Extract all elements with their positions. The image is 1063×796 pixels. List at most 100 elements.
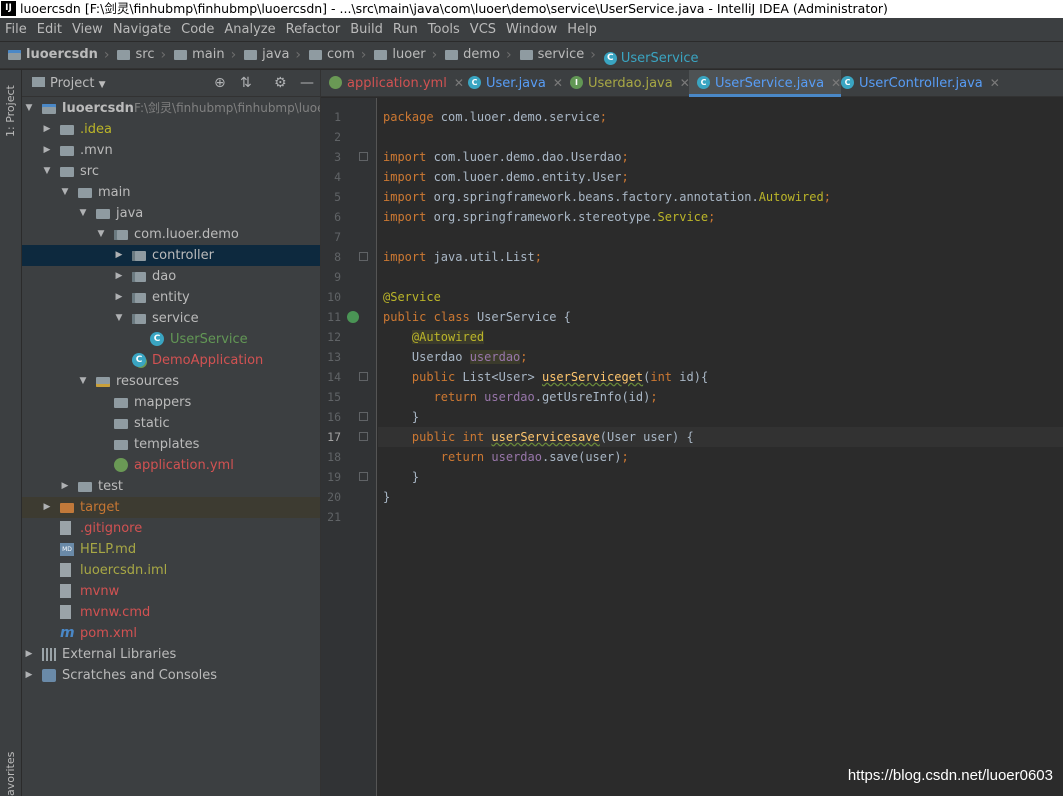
project-tool-tab[interactable]: 1: Project bbox=[0, 76, 22, 146]
tree-item-target[interactable]: ▶ target bbox=[22, 497, 320, 518]
code-line[interactable]: import org.springframework.beans.factory… bbox=[383, 187, 831, 207]
menu-vcs[interactable]: VCS bbox=[465, 18, 501, 41]
fold-marker-icon[interactable] bbox=[359, 252, 368, 261]
expanded-arrow-icon[interactable]: ▼ bbox=[114, 308, 124, 329]
tab-userdao-java[interactable]: I Userdao.java ✕ bbox=[562, 70, 690, 97]
tree-item-application-yml[interactable]: application.yml bbox=[22, 455, 320, 476]
menu-tools[interactable]: Tools bbox=[423, 18, 465, 41]
tree-item-resources[interactable]: ▼ resources bbox=[22, 371, 320, 392]
code-line[interactable]: public int userServicesave(User user) { bbox=[383, 427, 694, 447]
code-line[interactable]: import com.luoer.demo.dao.Userdao; bbox=[383, 147, 629, 167]
tree-item-mvnw-cmd[interactable]: mvnw.cmd bbox=[22, 602, 320, 623]
tree-item-pom-xml[interactable]: m pom.xml bbox=[22, 623, 320, 644]
tree-item-demoapplication[interactable]: C DemoApplication bbox=[22, 350, 320, 371]
code-line[interactable]: return userdao.save(user); bbox=[383, 447, 629, 467]
menu-help[interactable]: Help bbox=[562, 18, 602, 41]
collapsed-arrow-icon[interactable]: ▶ bbox=[60, 476, 70, 497]
fold-marker-icon[interactable] bbox=[359, 432, 368, 441]
project-view-selector[interactable]: Project ▼ bbox=[32, 70, 106, 99]
tab-usercontroller-java[interactable]: C UserController.java ✕ bbox=[833, 70, 1000, 97]
menu-code[interactable]: Code bbox=[176, 18, 219, 41]
collapsed-arrow-icon[interactable]: ▶ bbox=[24, 665, 34, 686]
tree-item-mvn[interactable]: ▶ .mvn bbox=[22, 140, 320, 161]
collapsed-arrow-icon[interactable]: ▶ bbox=[42, 119, 52, 140]
expanded-arrow-icon[interactable]: ▼ bbox=[96, 224, 106, 245]
breadcrumb-item-luoercsdn[interactable]: luoercsdn › bbox=[8, 42, 109, 68]
tree-item-controller[interactable]: ▶ controller bbox=[22, 245, 320, 266]
hide-panel-icon[interactable]: — bbox=[300, 70, 314, 97]
code-line[interactable]: return userdao.getUsreInfo(id); bbox=[383, 387, 658, 407]
expanded-arrow-icon[interactable]: ▼ bbox=[60, 182, 70, 203]
expanded-arrow-icon[interactable]: ▼ bbox=[42, 161, 52, 182]
code-line[interactable]: @Service bbox=[383, 287, 441, 307]
fold-marker-icon[interactable] bbox=[359, 472, 368, 481]
collapse-all-icon[interactable]: ⇅ bbox=[240, 70, 252, 97]
tab-application-yml[interactable]: application.yml ✕ bbox=[321, 70, 464, 97]
tree-item-templates[interactable]: templates bbox=[22, 434, 320, 455]
expanded-arrow-icon[interactable]: ▼ bbox=[78, 203, 88, 224]
breadcrumb-item-main[interactable]: main › bbox=[174, 42, 236, 68]
menu-analyze[interactable]: Analyze bbox=[219, 18, 280, 41]
breadcrumb-item-src[interactable]: src › bbox=[117, 42, 166, 68]
menu-edit[interactable]: Edit bbox=[32, 18, 67, 41]
spring-bean-gutter-icon[interactable] bbox=[347, 311, 359, 323]
tree-item-static[interactable]: static bbox=[22, 413, 320, 434]
code-line[interactable]: import com.luoer.demo.entity.User; bbox=[383, 167, 629, 187]
code-line[interactable]: Userdao userdao; bbox=[383, 347, 528, 367]
breadcrumb-item-luoer[interactable]: luoer › bbox=[374, 42, 437, 68]
tree-item-test[interactable]: ▶ test bbox=[22, 476, 320, 497]
expanded-arrow-icon[interactable]: ▼ bbox=[24, 98, 34, 119]
favorites-tool-tab[interactable]: avorites bbox=[0, 752, 22, 796]
tree-item-external-libraries[interactable]: ▶ External Libraries bbox=[22, 644, 320, 665]
breadcrumb-item-com[interactable]: com › bbox=[309, 42, 366, 68]
code-line[interactable]: } bbox=[383, 467, 419, 487]
tree-item-mvnw[interactable]: mvnw bbox=[22, 581, 320, 602]
code-line[interactable]: public class UserService { bbox=[383, 307, 571, 327]
fold-marker-icon[interactable] bbox=[359, 412, 368, 421]
collapsed-arrow-icon[interactable]: ▶ bbox=[114, 287, 124, 308]
code-line[interactable]: import org.springframework.stereotype.Se… bbox=[383, 207, 715, 227]
code-line[interactable]: import java.util.List; bbox=[383, 247, 542, 267]
menu-build[interactable]: Build bbox=[345, 18, 388, 41]
code-line[interactable]: @Autowired bbox=[383, 327, 485, 347]
tree-item-com-luoer-demo[interactable]: ▼ com.luoer.demo bbox=[22, 224, 320, 245]
collapsed-arrow-icon[interactable]: ▶ bbox=[114, 266, 124, 287]
menu-refactor[interactable]: Refactor bbox=[281, 18, 346, 41]
tab-user-java[interactable]: C User.java ✕ bbox=[460, 70, 563, 97]
tree-item-userservice[interactable]: C UserService bbox=[22, 329, 320, 350]
code-line[interactable]: public List<User> userServiceget(int id)… bbox=[383, 367, 708, 387]
fold-marker-icon[interactable] bbox=[359, 152, 368, 161]
breadcrumb-item-userservice[interactable]: C UserService bbox=[603, 46, 699, 72]
tab-userservice-java[interactable]: C UserService.java ✕ bbox=[689, 70, 842, 97]
tree-item-scratches-and-consoles[interactable]: ▶ Scratches and Consoles bbox=[22, 665, 320, 686]
tree-item-entity[interactable]: ▶ entity bbox=[22, 287, 320, 308]
gear-icon[interactable]: ⚙ bbox=[274, 70, 287, 97]
close-tab-icon[interactable]: ✕ bbox=[990, 76, 1000, 90]
breadcrumb-item-service[interactable]: service › bbox=[519, 42, 596, 68]
breadcrumb-item-demo[interactable]: demo › bbox=[445, 42, 512, 68]
tree-item-mappers[interactable]: mappers bbox=[22, 392, 320, 413]
menu-file[interactable]: File bbox=[0, 18, 32, 41]
locate-icon[interactable]: ⊕ bbox=[214, 70, 226, 97]
menu-run[interactable]: Run bbox=[388, 18, 423, 41]
tree-item-main[interactable]: ▼ main bbox=[22, 182, 320, 203]
collapsed-arrow-icon[interactable]: ▶ bbox=[42, 140, 52, 161]
tree-item-dao[interactable]: ▶ dao bbox=[22, 266, 320, 287]
code-area[interactable]: package com.luoer.demo.service; import co… bbox=[378, 98, 1063, 796]
tree-item-idea[interactable]: ▶ .idea bbox=[22, 119, 320, 140]
tree-item-gitignore[interactable]: .gitignore bbox=[22, 518, 320, 539]
tree-item-java[interactable]: ▼ java bbox=[22, 203, 320, 224]
menu-window[interactable]: Window bbox=[501, 18, 562, 41]
menu-view[interactable]: View bbox=[67, 18, 108, 41]
collapsed-arrow-icon[interactable]: ▶ bbox=[24, 644, 34, 665]
code-line[interactable]: package com.luoer.demo.service; bbox=[383, 107, 607, 127]
code-line[interactable]: } bbox=[383, 407, 419, 427]
breadcrumb-item-java[interactable]: java › bbox=[244, 42, 301, 68]
tree-item-luoercsdn-iml[interactable]: luoercsdn.iml bbox=[22, 560, 320, 581]
menu-navigate[interactable]: Navigate bbox=[108, 18, 176, 41]
collapsed-arrow-icon[interactable]: ▶ bbox=[42, 497, 52, 518]
tree-item-src[interactable]: ▼ src bbox=[22, 161, 320, 182]
tree-item-service[interactable]: ▼ service bbox=[22, 308, 320, 329]
expanded-arrow-icon[interactable]: ▼ bbox=[78, 371, 88, 392]
code-line[interactable]: } bbox=[383, 487, 390, 507]
